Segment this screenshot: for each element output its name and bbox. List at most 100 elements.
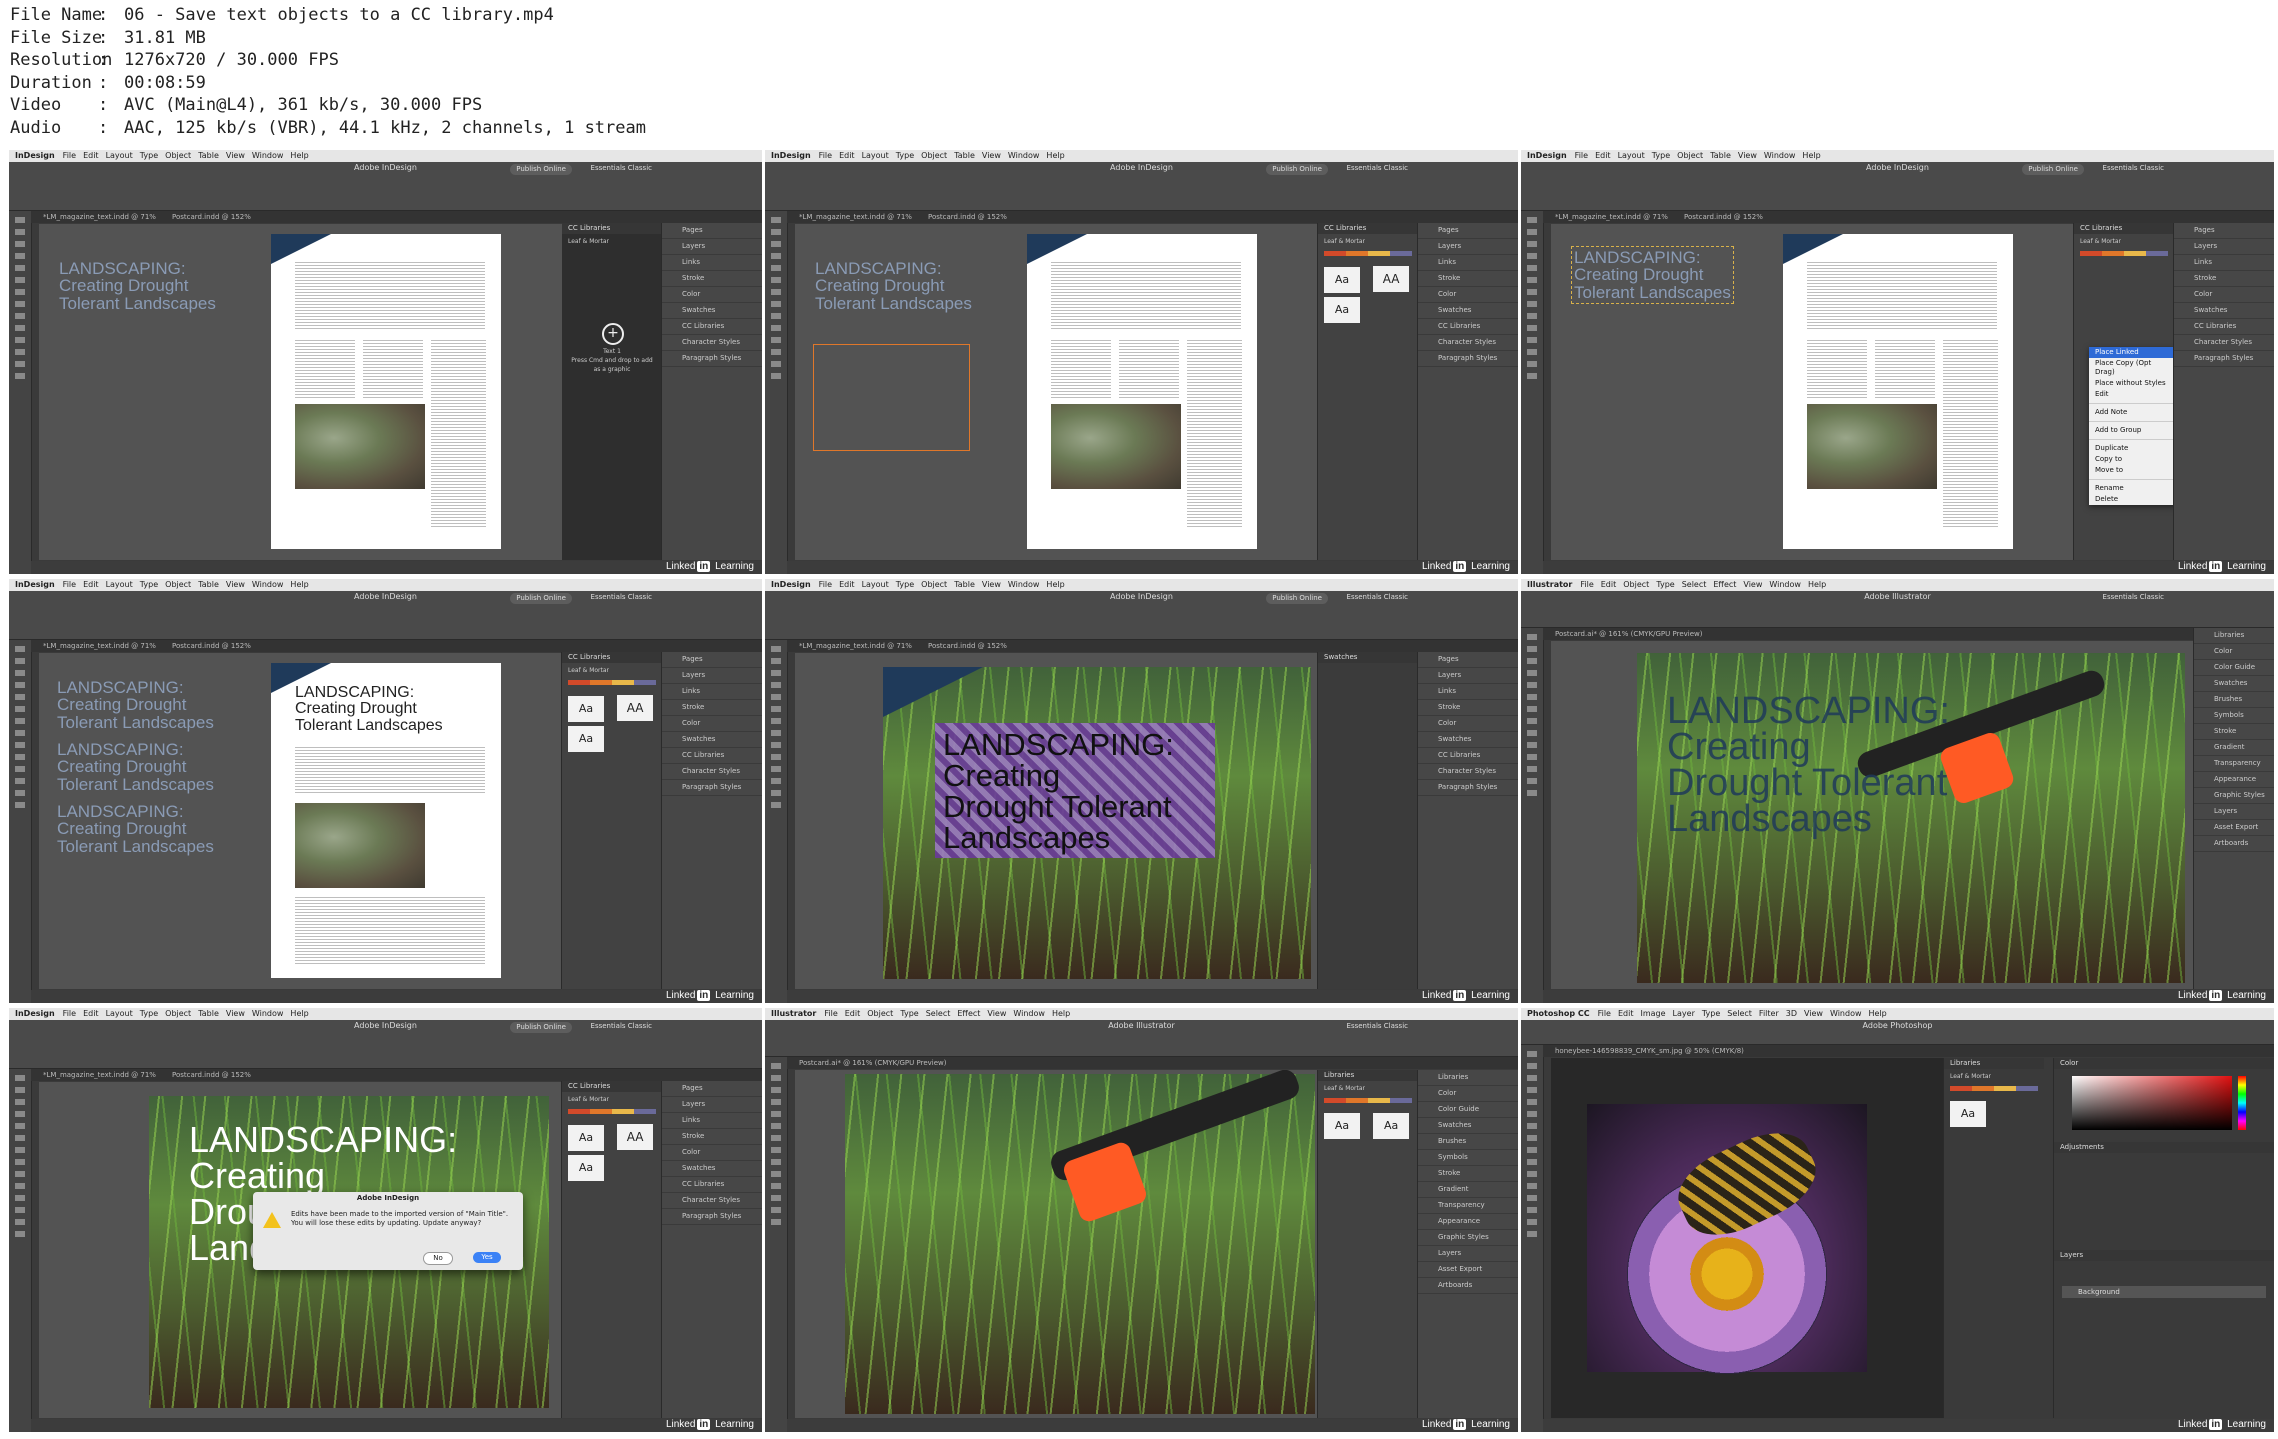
library-paragraph-style-tile[interactable]: AA [617,1124,654,1150]
pasteboard[interactable]: LANDSCAPING: Creating Drought Tolerant L… [39,653,562,989]
headline-text-frame[interactable]: LANDSCAPING: Creating Drought Tolerant L… [815,260,972,312]
document-tabs[interactable]: Postcard.ai* @ 161% (CMYK/GPU Preview) [787,1057,1518,1069]
library-paragraph-style-tile[interactable]: Aa [568,726,604,752]
document-tabs[interactable]: honeybee-146598839_CMYK_sm.jpg @ 50% (CM… [1543,1045,2274,1057]
tools-panel[interactable] [765,211,788,574]
cc-libraries-panel[interactable]: Libraries Leaf & Mortar Aa [1943,1058,2044,1418]
pasteboard[interactable]: LANDSCAPING: Creating Drought Tolerant L… [1551,224,2074,560]
workspace-switcher[interactable]: Essentials Classic [591,593,652,601]
panel-dock[interactable]: Libraries Color Color Guide Swatches Brushes… [2193,628,2274,989]
cc-libraries-panel[interactable]: Libraries Leaf & Mortar Aa Aa [1317,1070,1418,1418]
workspace-switcher[interactable]: Essentials Classic [1347,164,1408,172]
document-tabs[interactable]: Postcard.ai* @ 161% (CMYK/GPU Preview) [1543,628,2274,640]
library-text-tile[interactable]: Aa [1950,1101,1986,1127]
hue-slider[interactable] [2238,1076,2246,1130]
menu-item[interactable]: Add to Group [2089,425,2177,436]
panel-dock[interactable]: Pages Layers Links Stroke Color Swatches CC Li… [661,223,762,560]
library-paragraph-style-tile[interactable]: Aa [1324,297,1360,323]
color-panel[interactable]: Color Adjustments Layers Background [2053,1058,2274,1418]
background-layer[interactable]: Background [2062,1286,2266,1298]
menu-item[interactable]: Place without Styles [2089,378,2177,389]
library-text-tile[interactable]: Aa [568,696,604,722]
document-tabs[interactable]: *LM_magazine_text.indd @ 71% Postcard.ind… [787,211,1518,223]
artboard[interactable] [795,1070,1318,1418]
yes-button[interactable]: Yes [473,1252,501,1263]
postcard-headline[interactable]: LANDSCAPING: Creating Drought Tolerant L… [943,729,1174,853]
cc-libraries-panel[interactable]: CC Libraries Leaf & Mortar Aa AA Aa [561,1081,662,1418]
cc-libraries-panel[interactable]: CC Libraries Leaf & Mortar Aa AA Aa [561,652,662,989]
tools-panel[interactable] [765,1057,788,1432]
color-field[interactable] [2072,1076,2232,1130]
library-text-tile[interactable]: Aa [1324,267,1360,293]
headline-text-frame[interactable]: LANDSCAPING: Creating Drought Tolerant L… [57,679,214,731]
document-tabs[interactable]: *LM_magazine_text.indd @ 71% Postcard.ind… [31,211,762,223]
headline-text-frame[interactable]: LANDSCAPING: Creating Drought Tolerant L… [57,741,214,793]
pasteboard[interactable]: LANDSCAPING: Creating Drought Tolerant L… [795,224,1318,560]
panel-dock[interactable]: Libraries Color Color Guide Swatches Brushes… [1417,1070,1518,1418]
panel-dock[interactable]: Pages Layers Links Stroke Color Swatches CC Li… [661,1081,762,1418]
artboard[interactable]: LANDSCAPING: Creating Drought Tolerant L… [1551,641,2194,989]
document-tabs[interactable]: *LM_magazine_text.indd @ 71% Postcard.ind… [787,640,1518,652]
update-confirmation-dialog[interactable]: Adobe InDesign Edits have been made to t… [253,1192,523,1270]
headline-text-frame[interactable]: LANDSCAPING: Creating Drought Tolerant L… [1571,246,1734,304]
menu-item[interactable]: Duplicate [2089,443,2177,454]
workspace-switcher[interactable]: Essentials Classic [591,1022,652,1030]
menu-item[interactable]: Delete [2089,494,2177,505]
library-text-tile[interactable]: Aa [568,1125,604,1151]
menu-item[interactable]: Edit [2089,389,2177,400]
swatches-panel[interactable]: Swatches [1317,652,1418,989]
library-paragraph-style-tile[interactable]: AA [1373,266,1410,292]
menu-item[interactable]: Rename [2089,483,2177,494]
panel-dock[interactable]: Pages Layers Links Stroke Color Swatches CC Li… [2173,223,2274,560]
menu-item[interactable]: Place Copy (Opt Drag) [2089,358,2177,378]
tools-panel[interactable] [9,211,32,574]
publish-online-button[interactable]: Publish Online [1266,593,1328,604]
tools-panel[interactable] [1521,1045,1544,1432]
library-item-context-menu[interactable]: Place Linked Place Copy (Opt Drag) Place… [2089,347,2177,505]
postcard-headline[interactable]: LANDSCAPING: Creating Drought Tolerant L… [1667,692,1950,838]
publish-online-button[interactable]: Publish Online [510,1022,572,1033]
panel-dock[interactable]: Pages Layers Links Stroke Color Swatches CC Li… [1417,223,1518,560]
menu-item[interactable]: Add Note [2089,407,2177,418]
menu-item[interactable]: Move to [2089,465,2177,476]
page-headline[interactable]: LANDSCAPING: Creating Drought Tolerant L… [295,684,443,734]
workspace-switcher[interactable]: Essentials Classic [1347,593,1408,601]
library-paragraph-style-tile[interactable]: Aa [568,1155,604,1181]
linkedin-learning-watermark: Linked in Learning [665,561,754,572]
canvas[interactable] [1551,1058,1944,1418]
cc-libraries-panel[interactable]: CC Libraries Leaf & Mortar Aa AA Aa [1317,223,1418,560]
workspace-switcher[interactable]: Essentials Classic [591,164,652,172]
document-tabs[interactable]: *LM_magazine_text.indd @ 71% Postcard.ind… [1543,211,2274,223]
tools-panel[interactable] [9,1069,32,1432]
tools-panel[interactable] [765,640,788,1003]
pasteboard[interactable]: LANDSCAPING: Creating Drought Tolerant L… [39,224,562,560]
pasteboard[interactable]: LANDSCAPING: Creating Drought Tolerant L… [795,653,1318,989]
panel-dock[interactable]: Pages Layers Links Stroke Color Swatches CC Li… [1417,652,1518,989]
headline-text-frame[interactable]: LANDSCAPING: Creating Drought Tolerant L… [57,803,214,855]
no-button[interactable]: No [423,1252,453,1265]
publish-online-button[interactable]: Publish Online [2022,164,2084,175]
tools-panel[interactable] [1521,211,1544,574]
menu-item[interactable]: Copy to [2089,454,2177,465]
workspace-switcher[interactable]: Essentials Classic [2103,593,2164,601]
tools-panel[interactable] [9,640,32,1003]
library-paragraph-style-tile[interactable]: AA [617,695,654,721]
cc-libraries-drop-zone[interactable]: CC Libraries Leaf & Mortar + Text 1 Press… [562,223,662,560]
publish-online-button[interactable]: Publish Online [510,593,572,604]
control-panel: Adobe InDesign Publish Online Essentials C… [9,591,762,640]
document-tabs[interactable]: *LM_magazine_text.indd @ 71% Postcard.ind… [31,1069,762,1081]
placed-text-frame[interactable] [813,344,970,451]
tools-panel[interactable] [1521,628,1544,1003]
headline-text-frame[interactable]: LANDSCAPING: Creating Drought Tolerant L… [59,260,216,312]
linkedin-learning-watermark: Linked in Learning [2177,561,2266,572]
document-tabs[interactable]: *LM_magazine_text.indd @ 71% Postcard.ind… [31,640,762,652]
publish-online-button[interactable]: Publish Online [510,164,572,175]
library-text-tile[interactable]: Aa [1373,1113,1410,1139]
publish-online-button[interactable]: Publish Online [1266,164,1328,175]
library-colors [2080,251,2168,256]
workspace-switcher[interactable]: Essentials Classic [1347,1022,1408,1030]
workspace-switcher[interactable]: Essentials Classic [2103,164,2164,172]
panel-dock[interactable]: Pages Layers Links Stroke Color Swatches CC Li… [661,652,762,989]
library-text-tile[interactable]: Aa [1324,1113,1360,1139]
menu-item[interactable]: Place Linked [2089,347,2177,358]
